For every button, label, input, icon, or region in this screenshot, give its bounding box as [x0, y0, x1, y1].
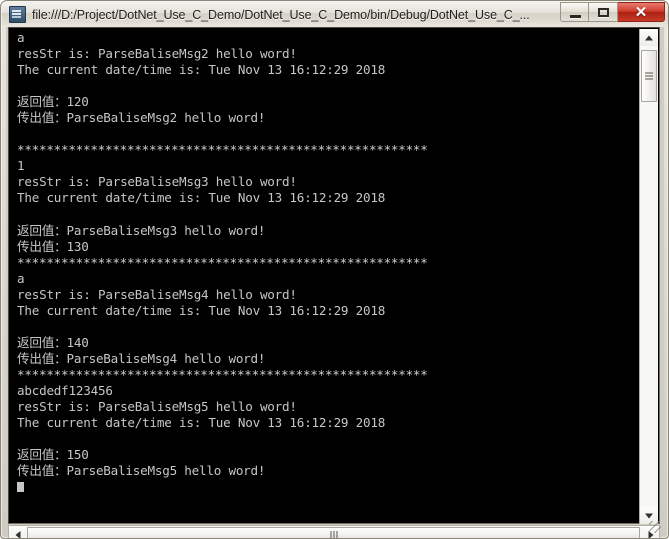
console-line: The current date/time is: Tue Nov 13 16:… [17, 302, 386, 318]
scroll-down-arrow-icon [645, 513, 653, 518]
console-line: abcdedf123456 [17, 383, 113, 399]
console-line: 传出值：ParseBaliseMsg4 hello word! [17, 350, 266, 366]
console-cursor [17, 479, 640, 495]
console-line: 返回值：140 [17, 334, 89, 350]
console-line: a [17, 270, 25, 286]
close-button[interactable]: ✕ [618, 2, 665, 22]
console-line: 返回值：120 [17, 94, 89, 110]
minimize-button[interactable] [560, 2, 589, 22]
vertical-scrollbar[interactable] [639, 29, 658, 524]
close-icon: ✕ [634, 4, 648, 21]
console-line: The current date/time is: Tue Nov 13 16:… [17, 415, 386, 431]
console-line: 传出值：130 [17, 238, 89, 254]
console-output[interactable]: a resStr is: ParseBaliseMsg2 hello word! T… [9, 28, 640, 523]
horizontal-scrollbar[interactable] [8, 525, 660, 538]
scroll-up-arrow-icon [645, 35, 653, 40]
console-line: 传出值：ParseBaliseMsg5 hello word! [17, 463, 266, 479]
console-line: ****************************************… [17, 142, 428, 158]
console-line: 返回值：ParseBaliseMsg3 hello word! [17, 222, 266, 238]
console-window: file:///D:/Project/DotNet_Use_C_Demo/Dot… [0, 0, 669, 539]
scrollbar-grip-icon [645, 72, 653, 80]
scroll-left-arrow-icon [15, 530, 20, 538]
console-frame: a resStr is: ParseBaliseMsg2 hello word! T… [8, 27, 660, 524]
console-line: resStr is: ParseBaliseMsg3 hello word! [17, 174, 297, 190]
console-line: resStr is: ParseBaliseMsg5 hello word! [17, 399, 297, 415]
horizontal-scrollbar-thumb[interactable] [27, 527, 640, 538]
console-line: 传出值：ParseBaliseMsg2 hello word! [17, 110, 266, 126]
console-line: The current date/time is: Tue Nov 13 16:… [17, 62, 386, 78]
console-lines: a resStr is: ParseBaliseMsg2 hello word! T… [17, 30, 640, 495]
resize-gripper[interactable] [649, 521, 661, 533]
vertical-scrollbar-thumb[interactable] [641, 50, 657, 102]
minimize-icon [570, 15, 581, 18]
client-area: a resStr is: ParseBaliseMsg2 hello word! T… [6, 27, 664, 538]
cursor-block-icon [17, 482, 24, 493]
maximize-button[interactable] [589, 2, 618, 22]
scroll-left-button[interactable] [9, 526, 26, 538]
console-line: The current date/time is: Tue Nov 13 16:… [17, 190, 386, 206]
console-line: ****************************************… [17, 254, 428, 270]
console-line: resStr is: ParseBaliseMsg4 hello word! [17, 286, 297, 302]
maximize-icon [598, 8, 609, 17]
console-line: a [17, 30, 25, 45]
console-line: resStr is: ParseBaliseMsg2 hello word! [17, 46, 297, 62]
console-line: 返回值：150 [17, 447, 89, 463]
console-app-icon [9, 6, 26, 23]
console-line: ****************************************… [17, 366, 428, 382]
scrollbar-grip-icon [330, 531, 337, 538]
scroll-up-button[interactable] [640, 29, 658, 46]
console-line: 1 [17, 158, 25, 174]
caption-buttons: ✕ [560, 2, 665, 23]
